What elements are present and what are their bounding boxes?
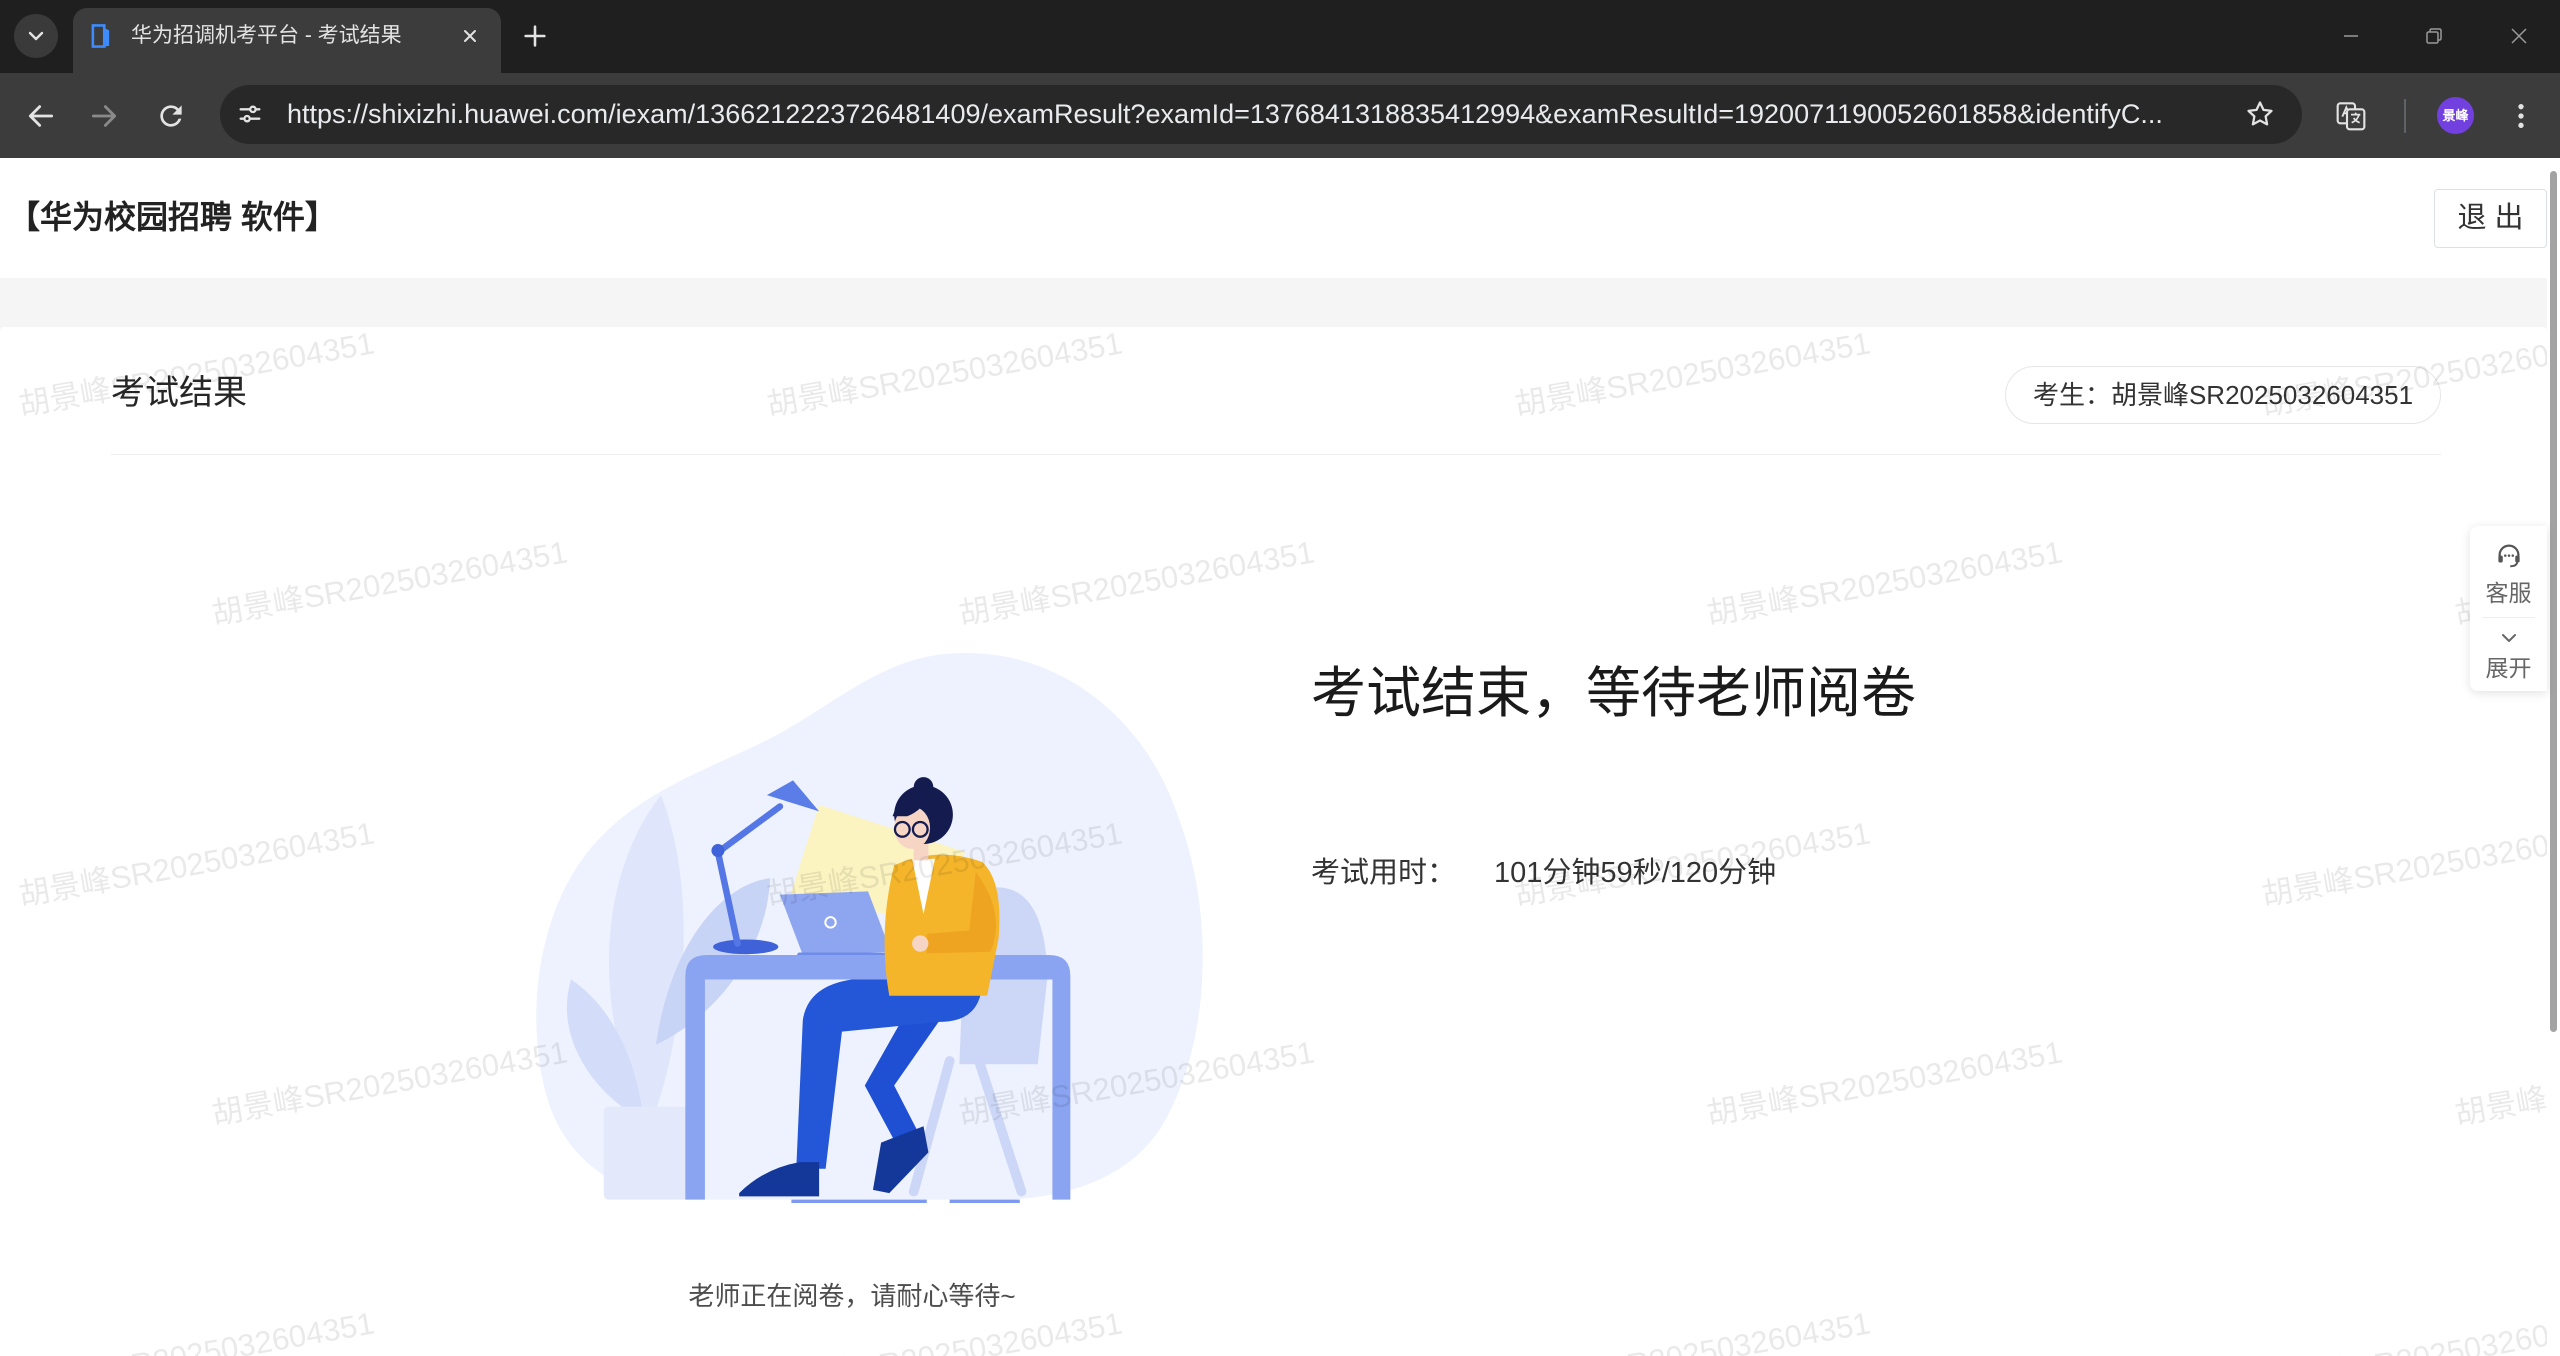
watermark-text: 胡景峰SR2025032604351 [209, 1034, 570, 1132]
watermark-text: 胡景峰SR2025032604351 [2259, 1305, 2547, 1356]
chevron-down-icon[interactable] [2497, 626, 2521, 650]
page-scrollbar[interactable] [2547, 158, 2560, 1356]
candidate-label: 考生： [2032, 380, 2111, 410]
card-title: 考试结果 [111, 374, 247, 412]
watermark-text: 胡景峰SR2025032604351 [2259, 815, 2547, 913]
watermark-text: 胡景峰SR2025032604351 [209, 534, 570, 632]
browser-toolbar: https://shixizhi.huawei.com/iexam/136621… [0, 73, 2560, 158]
scrollbar-thumb[interactable] [2550, 171, 2557, 1032]
tab-strip: 华为招调机考平台 - 考试结果 [0, 0, 2560, 73]
star-icon[interactable] [2245, 99, 2275, 129]
chevron-down-icon [28, 31, 44, 41]
watermark-text: 胡景峰SR2025032604351 [1512, 1305, 1873, 1356]
toolbar-separator [2404, 99, 2406, 133]
translate-icon[interactable] [2335, 100, 2367, 132]
result-card: 考试结果 考生：胡景峰SR2025032604351 考试结束，等待老师阅卷 考… [0, 327, 2547, 1356]
watermark-text: 胡景峰SR2025032604351 [1704, 534, 2065, 632]
watermark-layer: 胡景峰SR2025032604351 胡景峰SR2025032604351 胡景峰S… [0, 327, 2547, 1356]
floating-service-widget: 客服 展开 [2470, 526, 2547, 691]
site-title: 【华为校园招聘 软件】 [8, 199, 337, 235]
tab-close-button[interactable] [456, 22, 484, 50]
back-arrow-icon[interactable] [25, 100, 57, 132]
address-bar[interactable]: https://shixizhi.huawei.com/iexam/136621… [220, 85, 2302, 144]
book-icon [91, 24, 110, 48]
forward-arrow-icon[interactable] [88, 100, 120, 132]
url-text[interactable]: https://shixizhi.huawei.com/iexam/136621… [287, 85, 2247, 144]
logout-button[interactable]: 退 出 [2434, 189, 2547, 248]
watermark-text: 胡景峰SR2025032604351 [956, 534, 1317, 632]
watermark-text: 胡景峰SR2025032604351 [2452, 1034, 2547, 1132]
service-label[interactable]: 客服 [2470, 578, 2547, 608]
watermark-text: 胡景峰SR2025032604351 [16, 815, 377, 913]
exam-time-value: 101分钟59秒/120分钟 [1494, 857, 1777, 889]
close-icon [464, 30, 476, 42]
tab-search-button[interactable] [14, 14, 58, 58]
page-viewport: 【华为校园招聘 软件】 退 出 考试结果 考生：胡景峰SR20250326043… [0, 158, 2547, 1356]
tune-icon[interactable] [236, 100, 264, 128]
watermark-text: 胡景峰SR2025032604351 [1512, 327, 1873, 423]
profile-avatar[interactable]: 景峰 [2437, 97, 2474, 134]
watermark-text: 胡景峰SR2025032604351 [1704, 1034, 2065, 1132]
window-close-icon[interactable] [2507, 24, 2531, 48]
page-header: 【华为校园招聘 软件】 退 出 [0, 158, 2547, 278]
grading-caption: 老师正在阅卷，请耐心等待~ [688, 1281, 1016, 1311]
result-heading: 考试结束，等待老师阅卷 [1311, 662, 1917, 724]
tab-title: 华为招调机考平台 - 考试结果 [131, 24, 402, 47]
widget-divider [2482, 617, 2535, 618]
reload-icon[interactable] [155, 100, 187, 132]
candidate-badge: 考生：胡景峰SR2025032604351 [2005, 366, 2441, 424]
more-vert-icon[interactable] [2505, 100, 2537, 132]
hand [912, 935, 929, 952]
plus-icon[interactable] [521, 22, 549, 50]
expand-label[interactable]: 展开 [2470, 653, 2547, 683]
minimize-icon[interactable] [2339, 24, 2363, 48]
restore-icon[interactable] [2422, 24, 2446, 48]
grading-illustration [536, 653, 1203, 1203]
plant-pot [603, 1106, 689, 1200]
headset-icon[interactable] [2494, 540, 2524, 570]
exam-time-label: 考试用时： [1311, 857, 1457, 889]
watermark-text: 胡景峰SR2025032604351 [16, 1305, 377, 1356]
watermark-text: 胡景峰SR2025032604351 [764, 327, 1125, 423]
candidate-name: 胡景峰SR2025032604351 [2110, 380, 2414, 410]
card-divider [111, 454, 2441, 455]
browser-tab-active[interactable]: 华为招调机考平台 - 考试结果 [73, 8, 501, 73]
